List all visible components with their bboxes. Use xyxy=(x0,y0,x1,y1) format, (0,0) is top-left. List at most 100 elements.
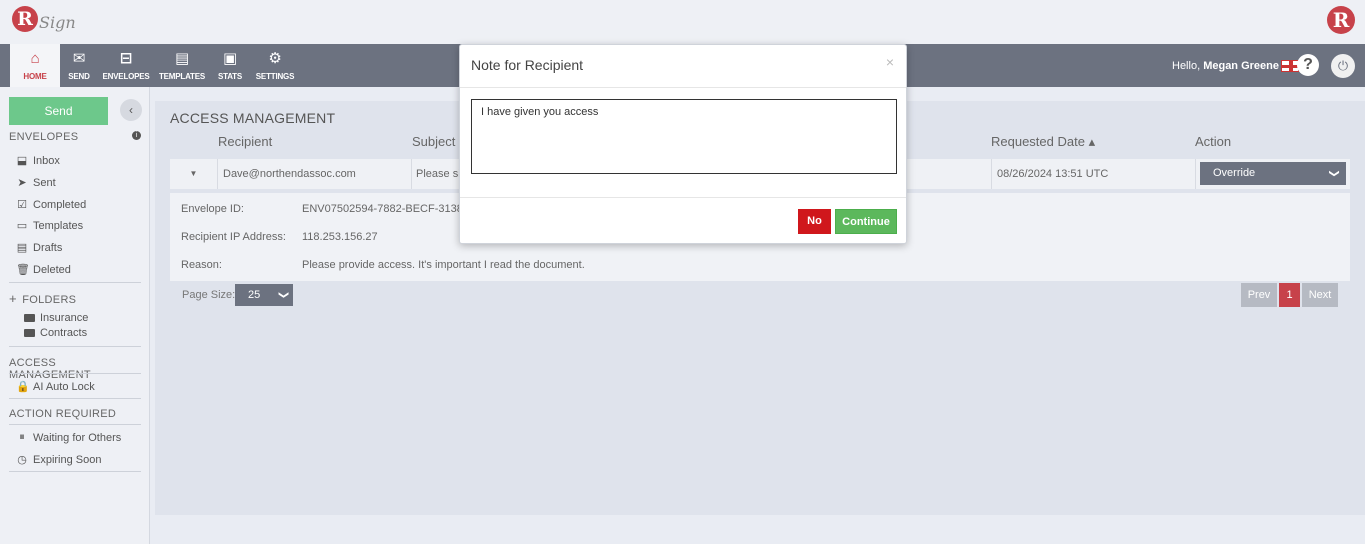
logo-r-mark: R xyxy=(12,6,38,32)
add-folder-icon[interactable]: + xyxy=(9,291,17,306)
sidebar-item-label: Drafts xyxy=(33,241,63,254)
inbox-tray-icon: ⊟ xyxy=(119,49,133,67)
folder-contracts[interactable]: Contracts xyxy=(24,327,87,339)
action-required-header: ACTION REQUIRED xyxy=(9,408,117,420)
sidebar-divider xyxy=(9,398,141,399)
column-header-action: Action xyxy=(1195,134,1232,149)
checkbox-icon: ☑ xyxy=(17,199,27,211)
nav-envelopes[interactable]: ⊟ ENVELOPES xyxy=(98,44,154,87)
sidebar-item-label: Completed xyxy=(33,198,87,211)
sidebar-item-label: Inbox xyxy=(33,154,60,167)
drafts-icon: ▤ xyxy=(16,242,28,254)
sidebar-item-deleted[interactable]: 🗑 Deleted xyxy=(16,263,71,277)
sidebar-item-templates[interactable]: ▭ Templates xyxy=(16,219,83,233)
rsign-logo[interactable]: R Sign xyxy=(12,6,76,32)
modal-divider xyxy=(460,197,906,198)
envelopes-header-label: ENVELOPES xyxy=(9,131,79,143)
nav-items: ⌂ HOME ✉ SEND ⊟ ENVELOPES ▤ TEMPLATES ▣ … xyxy=(10,44,300,87)
sidebar-item-label: Sent xyxy=(33,176,56,189)
folders-header-label: FOLDERS xyxy=(22,294,77,306)
nav-send[interactable]: ✉ SEND xyxy=(60,44,98,87)
continue-button[interactable]: Continue xyxy=(835,209,897,234)
sidebar-item-ai-auto-lock[interactable]: 🔒 AI Auto Lock xyxy=(16,380,95,394)
sidebar-divider xyxy=(9,346,141,347)
greeting-prefix: Hello, xyxy=(1172,60,1201,72)
power-icon[interactable]: ⏻ xyxy=(1331,54,1355,78)
inbox-icon: ⬓ xyxy=(16,155,28,167)
nav-stats-label: STATS xyxy=(217,71,243,81)
info-icon[interactable]: i xyxy=(132,131,141,140)
folder-icon xyxy=(24,314,35,322)
expand-row-caret-icon[interactable]: ▼ xyxy=(170,159,218,189)
close-icon[interactable]: × xyxy=(886,54,894,70)
sidebar-divider xyxy=(9,373,141,374)
sidebar-item-inbox[interactable]: ⬓ Inbox xyxy=(16,154,60,168)
sidebar-item-expiring-soon[interactable]: ◷ Expiring Soon xyxy=(16,453,102,467)
send-button[interactable]: Send xyxy=(9,97,108,125)
sidebar-item-completed[interactable]: ☑ Completed xyxy=(16,198,87,212)
nav-home-label: HOME xyxy=(23,71,47,81)
page-size-label: Page Size: xyxy=(182,289,236,301)
sidebar-item-label: Deleted xyxy=(33,263,71,276)
sidebar-item-sent[interactable]: ➤ Sent xyxy=(16,176,56,190)
requested-date-cell: 08/26/2024 13:51 UTC xyxy=(991,159,1196,189)
brand-badge: R xyxy=(1327,6,1355,34)
no-button[interactable]: No xyxy=(798,209,831,234)
envelopes-header: ENVELOPES i xyxy=(9,131,141,143)
folder-label: Insurance xyxy=(40,312,89,324)
collapse-sidebar-icon[interactable]: ‹ xyxy=(120,99,142,121)
sidebar-item-label: Expiring Soon xyxy=(33,453,102,466)
modal-title: Note for Recipient xyxy=(471,57,584,73)
help-icon[interactable]: ? xyxy=(1297,54,1319,76)
user-name[interactable]: Megan Greene xyxy=(1203,60,1279,72)
note-textarea[interactable]: I have given you access xyxy=(471,99,897,174)
reason-value: Please provide access. It's important I … xyxy=(302,259,585,271)
folder-insurance[interactable]: Insurance xyxy=(24,312,88,324)
nav-settings[interactable]: ⚙ SETTINGS xyxy=(250,44,300,87)
nav-settings-label: SETTINGS xyxy=(255,71,295,81)
gear-icon: ⚙ xyxy=(268,49,282,67)
nav-envelopes-label: ENVELOPES xyxy=(102,71,150,81)
page-size-select[interactable]: 25 ❯ xyxy=(235,284,293,306)
pagination-page-1[interactable]: 1 xyxy=(1279,283,1300,307)
lock-icon: 🔒 xyxy=(16,381,30,393)
sidebar: Send ‹ ENVELOPES i ⬓ Inbox ➤ Sent ☑ Comp… xyxy=(0,87,150,544)
column-header-subject[interactable]: Subject xyxy=(412,134,455,149)
nav-stats[interactable]: ▣ STATS xyxy=(210,44,250,87)
action-select-value: Override xyxy=(1213,167,1256,179)
page-title: ACCESS MANAGEMENT xyxy=(170,110,336,126)
column-header-recipient[interactable]: Recipient xyxy=(218,134,272,149)
folders-header[interactable]: + FOLDERS xyxy=(9,291,141,306)
nav-send-label: SEND xyxy=(68,71,90,81)
chevron-down-icon: ❯ xyxy=(277,290,289,300)
pagination-prev-button[interactable]: Prev xyxy=(1241,283,1277,307)
nav-templates[interactable]: ▤ TEMPLATES xyxy=(154,44,210,87)
envelope-id-value: ENV07502594-7882-BECF-3138- xyxy=(302,203,467,215)
template-icon: ▭ xyxy=(16,220,28,232)
sidebar-item-label: AI Auto Lock xyxy=(33,380,95,393)
nav-templates-label: TEMPLATES xyxy=(158,71,206,81)
chevron-down-icon: ❯ xyxy=(1328,169,1340,178)
nav-home[interactable]: ⌂ HOME xyxy=(10,44,60,87)
sidebar-item-waiting-for-others[interactable]: ⏸ Waiting for Others xyxy=(16,431,121,444)
action-select[interactable]: Override ❯ xyxy=(1200,162,1346,185)
page-size-value: 25 xyxy=(248,289,261,301)
logo-text: Sign xyxy=(39,12,76,32)
top-bar: R Sign R xyxy=(0,0,1365,44)
folder-label: Contracts xyxy=(40,327,88,339)
user-greeting: Hello, Megan Greene xyxy=(1172,60,1279,72)
sidebar-divider xyxy=(9,471,141,472)
paper-plane-icon: ➤ xyxy=(17,177,27,189)
trash-icon: 🗑 xyxy=(16,264,30,276)
pagination-next-button[interactable]: Next xyxy=(1302,283,1338,307)
sidebar-item-drafts[interactable]: ▤ Drafts xyxy=(16,241,63,255)
column-header-requested-date[interactable]: Requested Date ▴ xyxy=(991,134,1095,150)
sidebar-item-label: Waiting for Others xyxy=(33,431,122,444)
access-management-header: ACCESS MANAGEMENT xyxy=(9,357,91,381)
clock-icon: ◷ xyxy=(17,454,27,466)
sidebar-divider xyxy=(9,282,141,283)
reason-label: Reason: xyxy=(181,259,222,271)
recipient-ip-label: Recipient IP Address: xyxy=(181,231,286,243)
modal-divider xyxy=(460,87,906,88)
envelope-icon: ✉ xyxy=(72,49,86,67)
